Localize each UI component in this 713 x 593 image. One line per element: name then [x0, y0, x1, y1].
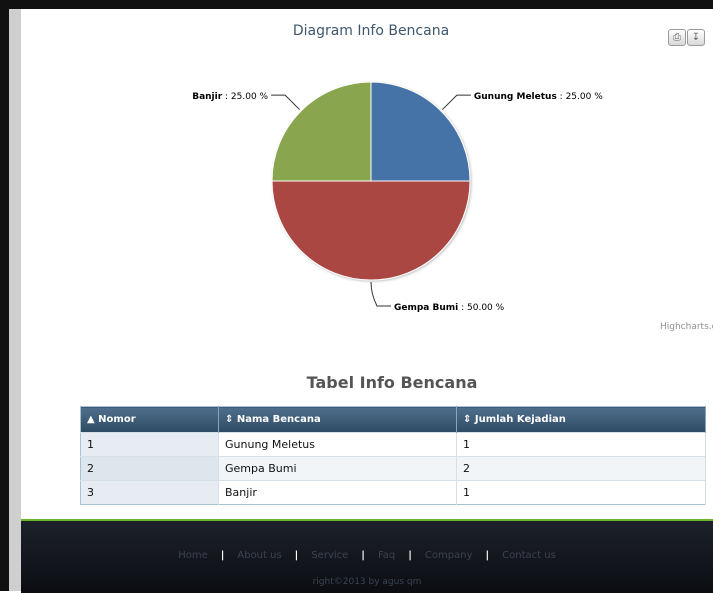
- footer-link-about-us[interactable]: About us: [237, 550, 281, 561]
- footer-link-home[interactable]: Home: [178, 550, 208, 561]
- cell-jumlah-kejadian: 1: [456, 432, 706, 457]
- table-row: 1 Gunung Meletus 1: [80, 432, 706, 457]
- footer-link-company[interactable]: Company: [425, 550, 473, 561]
- main-content: Diagram Info Bencana ⎙ ↧ Gunung Meletus …: [21, 9, 713, 519]
- pie-connector: [370, 281, 391, 307]
- footer: Home | About us | Service | Faq | Company | Contac…: [21, 519, 713, 593]
- column-header-jumlah-kejadian[interactable]: ⇕ Jumlah Kejadian: [456, 406, 706, 433]
- footer-separator: |: [361, 550, 365, 561]
- table-header-row: ▲ Nomor ⇕ Nama Bencana ⇕ Jumlah Kejadian: [80, 406, 706, 433]
- footer-nav: Home | About us | Service | Faq | Company | Contac…: [21, 550, 713, 561]
- pie-data-label: Banjir : 25.00 %: [192, 92, 268, 102]
- footer-separator: |: [294, 550, 299, 561]
- cell-nama-bencana: Gempa Bumi: [218, 456, 457, 481]
- table-row: 3 Banjir 1: [80, 480, 706, 505]
- chart-credit[interactable]: Highcharts.com: [660, 322, 713, 332]
- footer-link-faq[interactable]: Faq: [378, 550, 395, 561]
- window-frame-top: [0, 0, 713, 9]
- cell-nama-bencana: Banjir: [218, 480, 457, 505]
- footer-separator: |: [408, 550, 412, 561]
- pie-data-label: Gempa Bumi : 50.00 %: [394, 303, 505, 313]
- cell-nomor: 2: [80, 456, 219, 481]
- footer-separator: |: [220, 550, 225, 561]
- cell-nomor: 3: [80, 480, 219, 505]
- pie-connector: [442, 94, 471, 110]
- footer-separator: |: [485, 550, 490, 561]
- footer-link-service[interactable]: Service: [311, 550, 348, 561]
- info-table: ▲ Nomor ⇕ Nama Bencana ⇕ Jumlah Kejadian…: [80, 406, 706, 505]
- table-title: Tabel Info Bencana: [306, 373, 478, 392]
- page-scroll-gutter: [9, 9, 21, 591]
- column-header-nomor[interactable]: ▲ Nomor: [80, 406, 219, 433]
- window-frame-left: [0, 0, 9, 591]
- cell-nama-bencana: Gunung Meletus: [218, 432, 457, 457]
- cell-jumlah-kejadian: 2: [456, 456, 706, 481]
- cell-nomor: 1: [80, 432, 219, 457]
- table-row: 2 Gempa Bumi 2: [80, 456, 706, 481]
- footer-link-contact-us[interactable]: Contact us: [502, 550, 556, 561]
- pie-chart: Gunung Meletus : 25.00 % Gempa Bumi : 50.…: [192, 81, 603, 313]
- pie-slice-gempa-bumi[interactable]: [271, 180, 471, 281]
- cell-jumlah-kejadian: 1: [456, 480, 706, 505]
- pie-data-label: Gunung Meletus : 25.00 %: [474, 92, 603, 102]
- footer-copyright: right©2013 by agus qm: [312, 577, 422, 587]
- pie-connector: [271, 94, 300, 110]
- column-header-nama-bencana[interactable]: ⇕ Nama Bencana: [218, 406, 457, 433]
